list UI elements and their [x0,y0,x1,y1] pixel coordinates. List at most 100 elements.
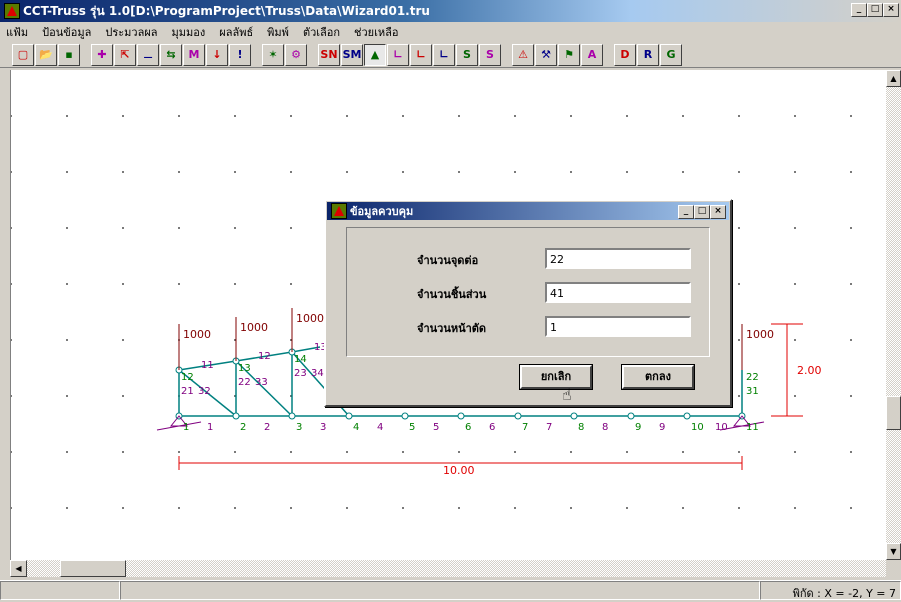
node-label: 3 [320,422,326,433]
node-label: 7 [522,422,528,433]
dialog-close-button[interactable]: × [710,205,726,219]
member-label: 11 [201,360,214,371]
report-d-icon[interactable]: D [614,43,636,66]
node-label: 2 [240,422,246,433]
truss-icon[interactable]: ✶ [262,43,284,66]
menu-item-6[interactable]: ตัวเลือก [303,23,340,41]
scroll-down-button[interactable]: ▼ [886,543,901,560]
draw2-icon[interactable]: ∟ [410,43,432,66]
support-icon[interactable]: ⚊ [137,43,159,66]
sections-label: จำนวนหน้าตัด [417,322,487,335]
minimize-button[interactable]: _ [851,3,867,17]
members-input[interactable]: 41 [545,282,691,303]
node-label: 11 [746,422,759,433]
node-label: 10 [715,422,728,433]
node-label: 2 [264,422,270,433]
sections-input[interactable]: 1 [545,316,691,337]
node-icon[interactable]: ✚ [91,43,113,66]
new-icon[interactable]: ▢ [12,43,34,66]
node-label: 7 [546,422,552,433]
menu-item-4[interactable]: ผลลัพธ์ [219,23,253,41]
load-value: 1000 [240,321,268,334]
member-label: 22 [238,377,251,388]
control-data-dialog: ข้อมูลควบคุม _ □ × จำนวนจุดต่อ 22 จำนวนช… [324,199,732,407]
save-icon[interactable]: ▪ [58,43,80,66]
result-sm-icon[interactable]: SM [341,43,363,66]
node [288,412,296,420]
menu-item-5[interactable]: พิมพ์ [267,23,289,41]
horizontal-scrollbar[interactable]: ◀ [10,560,886,577]
joints-label: จำนวนจุดต่อ [417,254,479,267]
coordinate-readout: พิกัด : X = -2, Y = 7 [760,581,901,600]
draw1-icon[interactable]: ∟ [387,43,409,66]
vertical-scrollbar[interactable]: ▲ ▼ [886,70,901,560]
close-button[interactable]: × [883,3,899,17]
section-icon[interactable]: ⇆ [160,43,182,66]
material-icon[interactable]: M [183,43,205,66]
member-label: 32 [198,386,211,397]
node-label: 1 [207,422,213,433]
node [683,412,691,420]
node-label: 8 [578,422,584,433]
node [345,412,353,420]
load-value: 1000 [296,312,324,325]
node [232,412,240,420]
horizontal-scroll-thumb[interactable] [60,560,126,577]
dialog-minimize-button[interactable]: _ [678,205,694,219]
shape-icon[interactable]: ▲ [364,43,386,66]
menu-item-2[interactable]: ประมวลผล [105,23,157,41]
node-label: 4 [353,422,359,433]
menu-item-7[interactable]: ช่วยเหลือ [354,23,398,41]
menu-item-3[interactable]: มุมมอง [172,23,206,41]
draw3-icon[interactable]: ∟ [433,43,455,66]
menu-item-1[interactable]: ป้อนข้อมูล [42,23,91,41]
hand-cursor-icon: ☝ [562,385,572,404]
menu-item-0[interactable]: แฟ้ม [6,23,28,41]
report-r-icon[interactable]: R [637,43,659,66]
left-edge [0,70,10,560]
member-label: 12 [258,351,271,362]
result-sn-icon[interactable]: SN [318,43,340,66]
joints-input[interactable]: 22 [545,248,691,269]
area-icon[interactable]: A [581,43,603,66]
member-label: 34 [311,368,324,379]
truss2-icon[interactable]: ⚙ [285,43,307,66]
field-row-joints: จำนวนจุดต่อ 22 [347,248,711,270]
load-value: 1000 [746,328,774,341]
ok-button[interactable]: ตกลง [621,364,695,390]
scroll-up-button[interactable]: ▲ [886,70,901,87]
load-icon[interactable]: ↓ [206,43,228,66]
open-icon[interactable]: 📂 [35,43,57,66]
node-label: 1 [183,422,189,433]
vertical-scroll-thumb[interactable] [886,396,901,430]
menu-bar: แฟ้ม ป้อนข้อมูล ประมวลผล มุมมอง ผลลัพธ์ พิมพ์… [0,22,901,42]
warning-icon[interactable]: ! [229,43,251,66]
member-label: 21 [181,386,194,397]
member-label: 31 [746,386,759,397]
scroll-left-button[interactable]: ◀ [10,560,27,577]
node-label: 5 [433,422,439,433]
scale2-icon[interactable]: S [479,43,501,66]
view3-icon[interactable]: ⚑ [558,43,580,66]
member-label: 23 [294,368,307,379]
view1-icon[interactable]: ⚠ [512,43,534,66]
ground-line [156,421,202,431]
report-g-icon[interactable]: G [660,43,682,66]
view2-icon[interactable]: ⚒ [535,43,557,66]
node [457,412,465,420]
load-value: 1000 [183,328,211,341]
cancel-button[interactable]: ยกเลิก [519,364,593,390]
scale1-icon[interactable]: S [456,43,478,66]
member-label: 22 [746,372,759,383]
window-title: CCT-Truss รุ่น 1.0[D:\ProgramProject\Tru… [23,3,430,18]
node-label: 4 [377,422,383,433]
node-label: 5 [409,422,415,433]
node [401,412,409,420]
dialog-maximize-button[interactable]: □ [694,205,710,219]
maximize-button[interactable]: □ [867,3,883,17]
member-label: 12 [181,372,194,383]
dialog-title: ข้อมูลควบคุม [350,205,414,218]
field-row-sections: จำนวนหน้าตัด 1 [347,316,711,338]
member-icon[interactable]: ⇱ [114,43,136,66]
node-label: 10 [691,422,704,433]
